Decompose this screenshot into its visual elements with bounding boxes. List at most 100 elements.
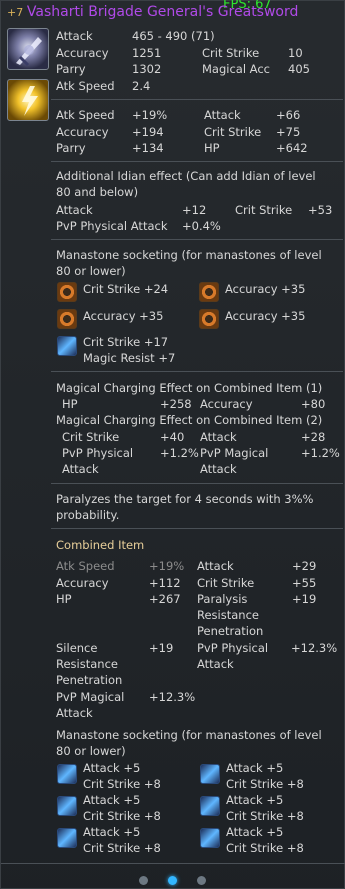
stat-label: Parry bbox=[56, 62, 86, 76]
manastone-icon[interactable] bbox=[57, 828, 77, 848]
stat-label: Attack bbox=[197, 657, 234, 671]
divider bbox=[51, 239, 343, 240]
stat-label: Paralysis bbox=[197, 592, 248, 606]
stat-value: +12.3% bbox=[149, 690, 196, 704]
divider bbox=[1, 863, 345, 864]
stat-label: Silence bbox=[56, 641, 98, 655]
stat-label: Attack bbox=[56, 29, 93, 43]
stat-label: PvP Physical Attack bbox=[56, 219, 168, 233]
manastone-text: Attack +5 bbox=[83, 793, 141, 807]
stat-value: +134 bbox=[132, 141, 164, 155]
stat-value: +80 bbox=[301, 397, 326, 411]
stat-value: +66 bbox=[276, 108, 301, 122]
stat-value: +194 bbox=[132, 125, 164, 139]
manastone-text: Accuracy +35 bbox=[225, 282, 306, 296]
stat-value: +112 bbox=[149, 576, 181, 590]
stat-value: +19 bbox=[292, 592, 317, 606]
stat-label: Crit Strike bbox=[202, 46, 260, 60]
stat-label: Crit Strike bbox=[235, 203, 293, 217]
stat-label: Magical Acc bbox=[202, 62, 270, 76]
stat-label: Parry bbox=[56, 141, 86, 155]
manastone-icon[interactable] bbox=[200, 796, 220, 816]
stat-label: Resistance bbox=[197, 608, 259, 622]
stat-label: Accuracy bbox=[56, 46, 109, 60]
page-dot[interactable] bbox=[197, 876, 206, 885]
manastone-header: Manastone socketing (for manastones of l… bbox=[56, 728, 322, 742]
stat-value: 10 bbox=[288, 46, 303, 60]
manastone-icon[interactable] bbox=[57, 796, 77, 816]
stat-label: Atk Speed bbox=[56, 108, 115, 122]
manastone-text: Accuracy +35 bbox=[225, 309, 306, 323]
page-dot[interactable] bbox=[139, 876, 148, 885]
stat-label: Attack bbox=[62, 462, 99, 476]
manastone-text: Crit Strike +17 bbox=[83, 335, 169, 349]
stat-label: Crit Strike bbox=[62, 430, 120, 444]
enchant-stone-icon[interactable] bbox=[7, 79, 49, 121]
stat-label: Atk Speed bbox=[56, 559, 115, 573]
stat-label: Attack bbox=[56, 203, 93, 217]
stat-value: +267 bbox=[149, 592, 181, 606]
manastone-text: Crit Strike +24 bbox=[83, 282, 169, 296]
manastone-text: Attack +5 bbox=[226, 761, 284, 775]
manastone-text: Accuracy +35 bbox=[83, 309, 164, 323]
manastone-icon[interactable] bbox=[57, 309, 77, 329]
stat-label: Crit Strike bbox=[197, 576, 255, 590]
stat-value: +0.4% bbox=[182, 219, 221, 233]
proc-text: probability. bbox=[56, 508, 120, 522]
manastone-text: Crit Strike +8 bbox=[83, 777, 161, 791]
manastone-text: Crit Strike +8 bbox=[226, 777, 304, 791]
stat-label: Accuracy bbox=[56, 125, 109, 139]
stat-label: Attack bbox=[197, 559, 234, 573]
item-tooltip: FPS: 67 +7 Vasharti Brigade General's Gr… bbox=[0, 0, 345, 889]
divider bbox=[51, 528, 343, 529]
stat-value: 405 bbox=[288, 62, 310, 76]
manastone-icon[interactable] bbox=[57, 764, 77, 784]
manastone-header: 80 or lower) bbox=[56, 744, 126, 758]
stat-label: HP bbox=[56, 592, 72, 606]
stat-value: +19 bbox=[149, 641, 174, 655]
manastone-icon[interactable] bbox=[57, 282, 77, 302]
manastone-header: 80 or lower) bbox=[56, 264, 126, 278]
manastone-text: Crit Strike +8 bbox=[226, 841, 304, 855]
divider bbox=[51, 99, 343, 100]
stat-label: PvP Physical bbox=[197, 641, 269, 655]
manastone-icon[interactable] bbox=[200, 828, 220, 848]
stat-value: 465 - 490 (71) bbox=[132, 29, 215, 43]
greatsword-icon[interactable] bbox=[7, 28, 49, 70]
stat-label: Crit Strike bbox=[204, 125, 262, 139]
stat-label: Resistance bbox=[56, 657, 118, 671]
page-dot-active[interactable] bbox=[168, 876, 177, 885]
manastone-text: Attack +5 bbox=[226, 793, 284, 807]
item-name: Vasharti Brigade General's Greatsword bbox=[26, 4, 299, 20]
stat-label: HP bbox=[62, 397, 78, 411]
manastone-icon[interactable] bbox=[199, 282, 219, 302]
manastone-text: Attack +5 bbox=[226, 825, 284, 839]
stat-value: +12 bbox=[182, 203, 207, 217]
stat-value: +29 bbox=[292, 559, 317, 573]
manastone-text: Crit Strike +8 bbox=[83, 841, 161, 855]
stat-label: Penetration bbox=[197, 624, 264, 638]
stat-value: +75 bbox=[276, 125, 301, 139]
manastone-icon[interactable] bbox=[200, 764, 220, 784]
idian-header: 80 and below) bbox=[56, 185, 139, 199]
stat-label: Atk Speed bbox=[56, 79, 115, 93]
stat-label: Accuracy bbox=[200, 397, 253, 411]
stat-value: +19% bbox=[132, 108, 168, 122]
stat-label: Attack bbox=[200, 462, 237, 476]
stat-value: +55 bbox=[292, 576, 317, 590]
stat-value: 2.4 bbox=[132, 79, 151, 93]
divider bbox=[51, 161, 343, 162]
manastone-text: Magic Resist +7 bbox=[83, 351, 176, 365]
divider bbox=[51, 371, 343, 372]
charging-header: Magical Charging Effect on Combined Item… bbox=[56, 413, 323, 427]
stat-value: +258 bbox=[160, 397, 192, 411]
manastone-icon[interactable] bbox=[199, 309, 219, 329]
stat-label: Accuracy bbox=[56, 576, 109, 590]
manastone-icon[interactable] bbox=[57, 336, 77, 356]
stat-value: +1.2% bbox=[301, 446, 340, 460]
proc-text: Paralyzes the target for 4 seconds with … bbox=[56, 492, 314, 506]
stat-value: +1.2% bbox=[160, 446, 199, 460]
manastone-header: Manastone socketing (for manastones of l… bbox=[56, 248, 322, 262]
stat-value: 1251 bbox=[132, 46, 162, 60]
stat-value: +40 bbox=[160, 430, 185, 444]
